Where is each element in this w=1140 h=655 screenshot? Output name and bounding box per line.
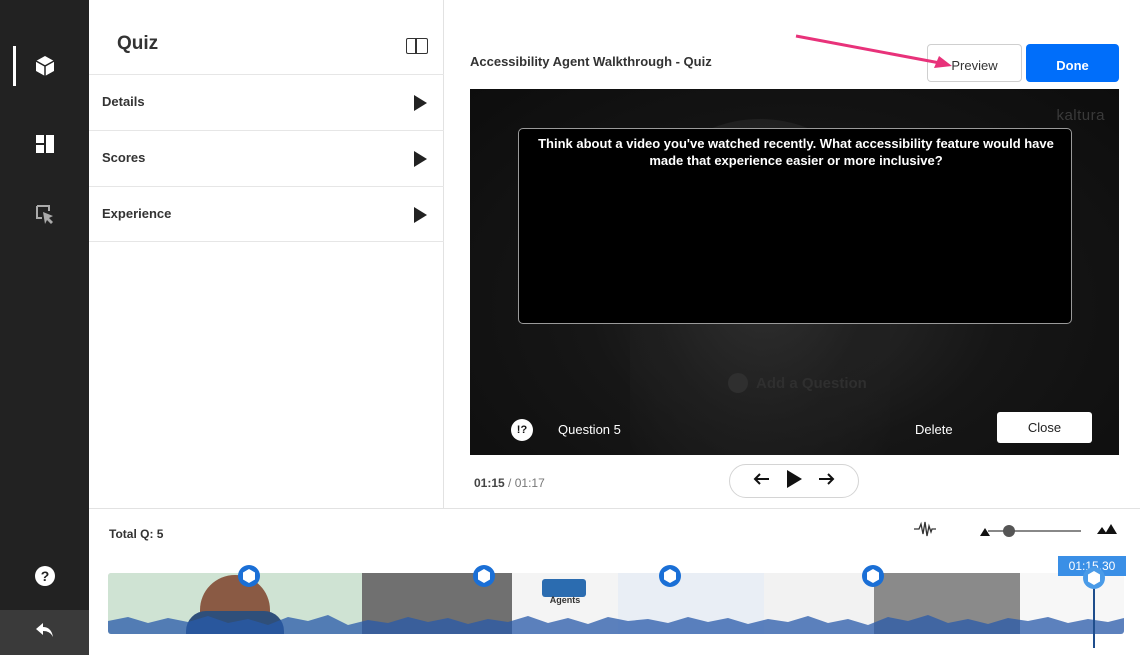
quiz-settings-panel: Quiz Details Scores Experience xyxy=(89,0,444,508)
close-question-button[interactable]: Close xyxy=(997,412,1092,443)
back-button[interactable] xyxy=(0,610,89,655)
video-player[interactable]: kaltura Add a Question Think about a vid… xyxy=(470,89,1119,455)
play-icon[interactable] xyxy=(785,469,803,494)
cursor-icon[interactable] xyxy=(0,200,89,228)
question-text[interactable]: Think about a video you've watched recen… xyxy=(529,135,1063,169)
waveform-toggle-icon[interactable] xyxy=(914,521,936,542)
annotation-arrow xyxy=(795,34,952,68)
menu-item-experience[interactable]: Experience xyxy=(89,186,444,242)
done-button[interactable]: Done xyxy=(1026,44,1119,82)
menu-item-label: Scores xyxy=(102,150,146,165)
playback-controls xyxy=(729,464,859,498)
panel-layout-icon[interactable] xyxy=(406,38,428,54)
question-editor[interactable]: Think about a video you've watched recen… xyxy=(518,128,1072,324)
zoom-slider-handle[interactable] xyxy=(1003,525,1015,537)
zoom-in-icon[interactable] xyxy=(1097,522,1117,540)
delete-question-button[interactable]: Delete xyxy=(915,422,953,437)
menu-item-label: Details xyxy=(102,94,145,109)
step-back-icon[interactable] xyxy=(752,472,770,491)
add-question-label: Add a Question xyxy=(756,374,867,392)
cube-icon[interactable] xyxy=(0,52,89,80)
time-separator: / xyxy=(504,476,515,490)
question-type-icon: !? xyxy=(511,419,533,441)
page-title: Accessibility Agent Walkthrough - Quiz xyxy=(470,54,712,69)
add-question-hint: Add a Question xyxy=(728,373,867,393)
playback-time: 01:15 / 01:17 xyxy=(474,476,545,490)
plus-icon xyxy=(728,373,748,393)
step-forward-icon[interactable] xyxy=(818,472,836,491)
panel-title: Quiz xyxy=(117,33,159,54)
duration-time: 01:17 xyxy=(514,476,545,490)
question-marker-icon[interactable] xyxy=(472,564,496,588)
menu-item-label: Experience xyxy=(102,206,172,221)
svg-text:?: ? xyxy=(40,568,49,584)
chapters-icon[interactable] xyxy=(0,130,89,158)
menu-item-details[interactable]: Details xyxy=(89,74,444,130)
question-marker-icon[interactable] xyxy=(1082,566,1106,590)
question-number-label: Question 5 xyxy=(558,422,621,437)
left-rail: ? xyxy=(0,0,89,655)
back-icon xyxy=(34,621,56,644)
expand-arrow-icon xyxy=(414,95,427,111)
kaltura-watermark: kaltura xyxy=(1056,107,1105,124)
help-icon[interactable]: ? xyxy=(0,563,89,589)
question-marker-icon[interactable] xyxy=(861,564,885,588)
expand-arrow-icon xyxy=(414,151,427,167)
zoom-out-icon[interactable] xyxy=(980,524,990,542)
question-marker-icon[interactable] xyxy=(237,564,261,588)
zoom-slider-track[interactable] xyxy=(988,530,1081,532)
expand-arrow-icon xyxy=(414,207,427,223)
total-questions: Total Q: 5 xyxy=(109,527,164,541)
current-time: 01:15 xyxy=(474,476,505,490)
question-marker-icon[interactable] xyxy=(658,564,682,588)
menu-item-scores[interactable]: Scores xyxy=(89,130,444,186)
